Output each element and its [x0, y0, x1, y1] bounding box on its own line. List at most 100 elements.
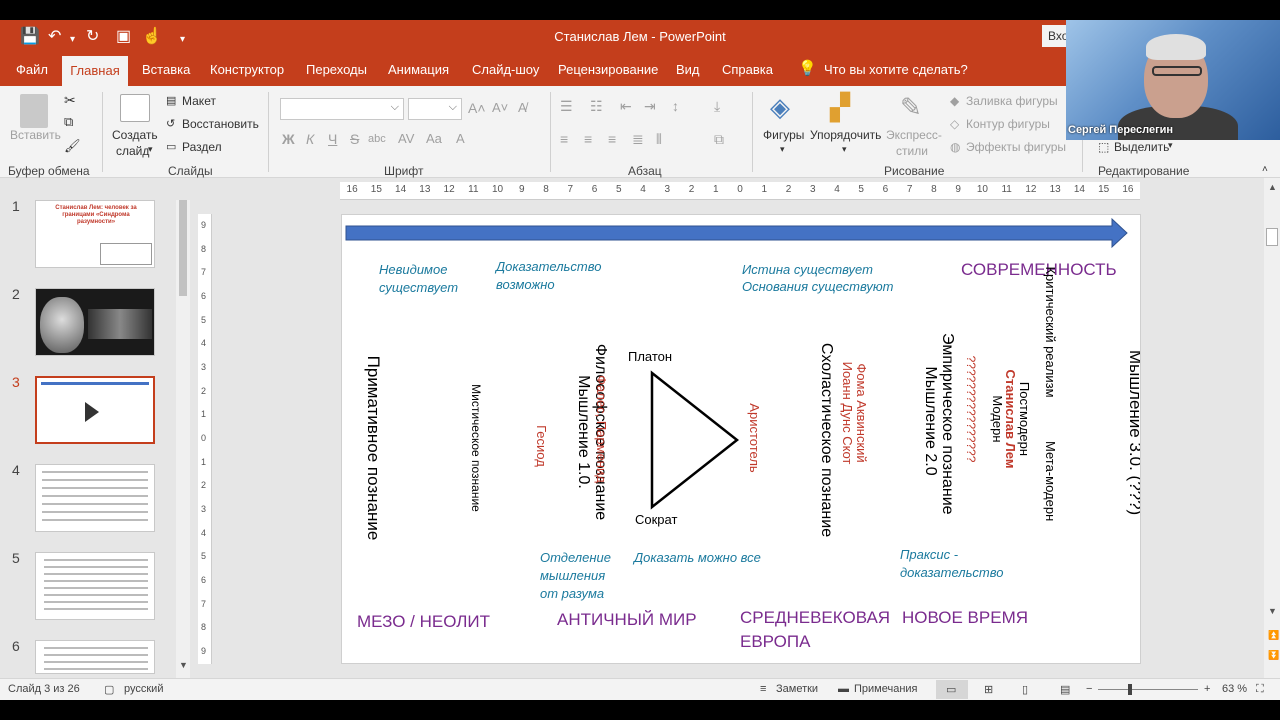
text-critical-realism[interactable]: Критический реализм: [1039, 257, 1058, 407]
quick-styles-icon[interactable]: ✎: [900, 92, 922, 123]
label-invisible-2[interactable]: существует: [379, 279, 458, 297]
label-truth-2[interactable]: Основания существуют: [742, 278, 893, 296]
tab-view[interactable]: Вид: [676, 62, 700, 77]
tab-animations[interactable]: Анимация: [388, 62, 449, 77]
numbering-icon[interactable]: ☷: [590, 98, 603, 115]
text-thales-parmenides[interactable]: Фалес, Парменид: [590, 369, 609, 489]
text-aristotle[interactable]: Аристотель: [743, 393, 762, 483]
era-meso-neolith[interactable]: МЕЗО / НЕОЛИТ: [357, 610, 490, 634]
shrink-font-icon[interactable]: A˅: [492, 100, 508, 115]
slideshow-icon[interactable]: ▤: [1060, 683, 1070, 696]
label-socrates[interactable]: Сократ: [635, 512, 677, 527]
label-proof-2[interactable]: возможно: [496, 276, 555, 294]
label-truth-1[interactable]: Истина существует: [742, 261, 873, 279]
font-color-icon[interactable]: A: [456, 131, 465, 146]
tab-design[interactable]: Конструктор: [210, 62, 284, 77]
text-empiric-cognition[interactable]: Эмпирическое познание Мышление 2.0: [915, 333, 956, 515]
slide-canvas[interactable]: Невидимое существует Доказательство возм…: [341, 214, 1141, 664]
chevron-down-icon[interactable]: ▾: [148, 144, 153, 155]
bold-button[interactable]: Ж: [282, 131, 295, 147]
slide-scrollbar[interactable]: ▲ ▼ ⏫ ⏬: [1264, 178, 1280, 678]
section-button[interactable]: Раздел: [182, 140, 222, 154]
arrange-button[interactable]: Упорядочить: [810, 128, 881, 142]
era-antique[interactable]: АНТИЧНЫЙ МИР: [557, 608, 697, 632]
shape-effects-button[interactable]: Эффекты фигуры: [966, 140, 1066, 154]
increase-indent-icon[interactable]: ⇥: [644, 98, 656, 115]
format-painter-icon[interactable]: 🖌: [64, 138, 81, 154]
font-name-dropdown[interactable]: ⌵: [280, 98, 404, 120]
grow-font-icon[interactable]: A˄: [468, 100, 486, 116]
normal-view-button[interactable]: ▭: [936, 680, 968, 699]
tab-transitions[interactable]: Переходы: [306, 62, 367, 77]
tab-file[interactable]: Файл: [16, 62, 48, 77]
zoom-out-icon[interactable]: −: [1086, 683, 1092, 695]
chevron-down-icon[interactable]: ▾: [1168, 140, 1173, 151]
slide-thumbnail-2[interactable]: [35, 288, 155, 356]
era-medieval-1[interactable]: СРЕДНЕВЕКОВАЯ: [740, 606, 890, 630]
tab-slideshow[interactable]: Слайд-шоу: [472, 62, 539, 77]
label-praxis-2[interactable]: доказательство: [900, 564, 1003, 582]
collapse-ribbon-icon[interactable]: ˄: [1262, 164, 1268, 175]
shapes-button[interactable]: Фигуры: [763, 128, 804, 142]
line-spacing-icon[interactable]: ↕: [672, 98, 679, 114]
scroll-thumb[interactable]: [1266, 228, 1278, 246]
reset-button[interactable]: Восстановить: [182, 117, 259, 131]
slide-thumbnail-6[interactable]: [35, 640, 155, 674]
shadow-button[interactable]: abc: [368, 133, 386, 145]
scroll-up-icon[interactable]: ▲: [1268, 182, 1277, 192]
shape-outline-button[interactable]: Контур фигуры: [966, 117, 1050, 131]
thumbnail-scrollbar[interactable]: ▼: [176, 200, 190, 678]
font-size-dropdown[interactable]: ⌵: [408, 98, 462, 120]
columns-icon[interactable]: ⫴: [656, 131, 662, 148]
next-slide-icon[interactable]: ⏬: [1268, 650, 1279, 661]
tab-home[interactable]: Главная: [62, 56, 128, 86]
text-mystic-cognition[interactable]: Мистическое познание: [466, 373, 483, 523]
scroll-down-icon[interactable]: ▼: [179, 660, 188, 670]
quick-styles-button-line1[interactable]: Экспресс-: [886, 128, 942, 142]
shapes-icon[interactable]: ◈: [770, 92, 790, 123]
slide-thumbnail-5[interactable]: [35, 552, 155, 620]
slide-thumbnail-1[interactable]: Станислав Лем: человек за границами «Син…: [35, 200, 155, 268]
spellcheck-icon[interactable]: ▢: [104, 683, 114, 696]
tell-me-search[interactable]: Что вы хотите сделать?: [824, 62, 968, 77]
scroll-down-icon[interactable]: ▼: [1268, 606, 1277, 616]
notes-button[interactable]: Заметки: [776, 683, 818, 695]
label-praxis-1[interactable]: Праксис -: [900, 546, 958, 564]
text-thinking-3[interactable]: Мышление 3.0. (???): [1120, 350, 1140, 515]
text-postmodern-block[interactable]: Постмодерн Станислав Лем Модерн: [983, 364, 1032, 474]
label-proof-1[interactable]: Доказательство: [496, 258, 601, 276]
layout-button[interactable]: Макет: [182, 94, 216, 108]
align-center-icon[interactable]: ≡: [584, 131, 592, 147]
language-indicator[interactable]: русский: [124, 683, 163, 695]
change-case-icon[interactable]: Aa: [426, 131, 442, 146]
zoom-in-icon[interactable]: +: [1204, 683, 1210, 695]
comments-button[interactable]: Примечания: [854, 683, 918, 695]
label-separation-3[interactable]: от разума: [540, 585, 604, 603]
tab-insert[interactable]: Вставка: [142, 62, 190, 77]
text-hesiod[interactable]: Гесиод: [530, 416, 549, 476]
label-invisible-1[interactable]: Невидимое: [379, 261, 447, 279]
tab-help[interactable]: Справка: [722, 62, 773, 77]
select-button[interactable]: Выделить: [1114, 140, 1169, 154]
tab-review[interactable]: Рецензирование: [558, 62, 658, 77]
zoom-slider[interactable]: [1098, 689, 1198, 690]
text-medieval-names[interactable]: Фома Аквинский Иоанн Дунс Скот: [832, 358, 869, 468]
slide-thumbnail-4[interactable]: [35, 464, 155, 532]
paste-icon[interactable]: [20, 94, 48, 128]
italic-button[interactable]: К: [306, 131, 314, 147]
era-medieval-2[interactable]: ЕВРОПА: [740, 630, 810, 654]
label-separation-2[interactable]: мышления: [540, 567, 605, 585]
reading-view-icon[interactable]: ▯: [1022, 683, 1028, 696]
align-left-icon[interactable]: ≡: [560, 131, 568, 147]
fit-to-window-icon[interactable]: ⛶: [1256, 683, 1264, 696]
new-slide-icon[interactable]: [120, 94, 150, 122]
char-spacing-icon[interactable]: AV: [398, 131, 414, 146]
previous-slide-icon[interactable]: ⏫: [1268, 630, 1279, 641]
arrange-icon[interactable]: ▞: [830, 92, 850, 123]
scroll-thumb[interactable]: [179, 200, 187, 296]
text-direction-icon[interactable]: ⤓: [714, 98, 720, 115]
shape-fill-button[interactable]: Заливка фигуры: [966, 94, 1058, 108]
new-slide-button-line2[interactable]: слайд: [116, 144, 149, 158]
strike-button[interactable]: S: [350, 131, 359, 147]
label-separation-1[interactable]: Отделение: [540, 549, 611, 567]
